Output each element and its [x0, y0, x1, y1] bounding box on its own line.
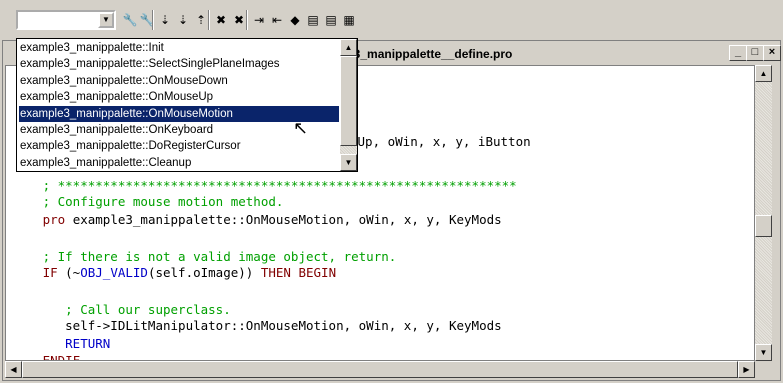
- scroll-up-button[interactable]: ▲: [755, 65, 772, 82]
- dropdown-scroll-down-button[interactable]: ▼: [340, 154, 357, 171]
- step-out-icon: ⇡: [195, 13, 207, 27]
- code-line: RETURN: [20, 336, 110, 351]
- toolbar-separator: [208, 10, 210, 30]
- scroll-left-button[interactable]: ◀: [5, 361, 22, 378]
- indent-icon: ⇥: [253, 13, 265, 27]
- dropdown-item[interactable]: example3_manippalette::OnMouseMotion: [19, 105, 339, 122]
- code-token: (~: [65, 265, 81, 280]
- close-icon: ×: [768, 46, 776, 58]
- step-into-icon: ⇣: [159, 13, 171, 27]
- dropdown-scroll-thumb[interactable]: [340, 56, 357, 146]
- code-token: pro: [20, 212, 73, 227]
- dropdown-item[interactable]: example3_manippalette::OnMouseDown: [19, 73, 339, 89]
- code-token: ; Configure mouse motion method.: [20, 194, 284, 209]
- combo-dropdown-button[interactable]: ▼: [98, 12, 114, 28]
- maximize-icon: □: [751, 46, 759, 58]
- resize-grip-icon[interactable]: [755, 361, 772, 378]
- code-line: ; If there is not a valid image object, …: [20, 249, 397, 264]
- code-token: OBJ_VALID: [80, 265, 148, 280]
- code-line: IF (~OBJ_VALID(self.oImage)) THEN BEGIN: [20, 265, 337, 280]
- code-line-partial: eUp, oWin, x, y, iButton: [350, 134, 531, 149]
- dropdown-item[interactable]: example3_manippalette::Cleanup: [19, 155, 339, 171]
- arrow-right-icon: ▶: [743, 365, 750, 374]
- toolbar-separator: [152, 10, 154, 30]
- scroll-right-button[interactable]: ▶: [738, 361, 755, 378]
- scroll-down-button[interactable]: ▼: [755, 344, 772, 361]
- step-over-icon: ⇣: [177, 13, 189, 27]
- unindent-icon: ⇤: [271, 13, 283, 27]
- dropdown-item[interactable]: example3_manippalette::OnKeyboard: [19, 122, 339, 138]
- horizontal-scroll-thumb[interactable]: [22, 361, 738, 378]
- profiler-icon: ▦: [343, 13, 355, 27]
- code-line: self->IDLitManipulator::OnMouseMotion, o…: [20, 318, 502, 333]
- dropdown-scrollbar[interactable]: ▲ ▼: [340, 39, 357, 171]
- code-line: ; Configure mouse motion method.: [20, 194, 284, 209]
- step-into-button[interactable]: ⇣: [156, 11, 174, 29]
- routine-dropdown-list[interactable]: example3_manippalette::Init example3_mani…: [16, 38, 358, 172]
- compile-icon: 🔧: [122, 13, 138, 27]
- bookmark-button[interactable]: ◆: [286, 11, 304, 29]
- dropdown-item[interactable]: example3_manippalette::OnMouseUp: [19, 89, 339, 105]
- replace-button[interactable]: ▤: [322, 11, 340, 29]
- code-line: pro example3_manippalette::OnMouseMotion…: [20, 212, 502, 227]
- dropdown-item[interactable]: example3_manippalette::DoRegisterCursor: [19, 138, 339, 154]
- bookmark-icon: ◆: [290, 13, 300, 27]
- mouse-pointer-icon: ↖: [293, 118, 309, 138]
- minimize-button[interactable]: _: [729, 45, 747, 61]
- minimize-icon: _: [734, 46, 742, 58]
- code-token: (self.oImage)): [147, 265, 261, 280]
- main-toolbar: ▼ 🔧 🔧 ⇣ ⇣ ⇡ ✖ ✖ ⇥ ⇤ ◆ ▤ ▤ ▦: [0, 0, 783, 36]
- vertical-scrollbar[interactable]: ▲ ▼: [755, 65, 772, 361]
- compile-button[interactable]: 🔧: [121, 11, 139, 29]
- dropdown-scroll-up-button[interactable]: ▲: [340, 39, 357, 56]
- code-token: example3_manippalette::OnMouseMotion, oW…: [72, 212, 502, 227]
- dropdown-item[interactable]: example3_manippalette::SelectSinglePlane…: [19, 56, 339, 72]
- arrow-up-icon: ▲: [344, 43, 353, 52]
- arrow-down-icon: ▼: [344, 158, 353, 167]
- chevron-down-icon: ▼: [102, 15, 110, 24]
- code-token: RETURN: [20, 336, 111, 351]
- code-line: ; **************************************…: [20, 178, 517, 193]
- code-token: ; Call our superclass.: [20, 302, 231, 317]
- step-over-button[interactable]: ⇣: [174, 11, 192, 29]
- dropdown-item[interactable]: example3_manippalette::Init: [19, 40, 339, 56]
- unindent-button[interactable]: ⇤: [268, 11, 286, 29]
- arrow-up-icon: ▲: [759, 69, 768, 78]
- close-button[interactable]: ×: [763, 45, 781, 61]
- code-token: IF: [20, 265, 66, 280]
- vertical-scroll-thumb[interactable]: [755, 215, 772, 237]
- code-token: self->IDLitManipulator::OnMouseMotion, o…: [20, 318, 502, 333]
- arrow-down-icon: ▼: [759, 348, 768, 357]
- find-icon: ▤: [307, 13, 319, 27]
- window-title: e3_manippalette__define.pro: [347, 47, 513, 61]
- toolbar-separator: [246, 10, 248, 30]
- find-button[interactable]: ▤: [304, 11, 322, 29]
- replace-icon: ▤: [325, 13, 337, 27]
- horizontal-scrollbar[interactable]: ◀ ▶: [5, 361, 755, 378]
- set-breakpoint-icon: ✖: [215, 13, 227, 27]
- code-token: ENDIF: [20, 353, 81, 361]
- routine-combo[interactable]: ▼: [16, 10, 116, 30]
- profiler-button[interactable]: ▦: [340, 11, 358, 29]
- code-line: ENDIF: [20, 353, 81, 361]
- code-line: ; Call our superclass.: [20, 302, 231, 317]
- arrow-left-icon: ◀: [10, 365, 17, 374]
- code-token: THEN BEGIN: [260, 265, 337, 280]
- set-breakpoint-button[interactable]: ✖: [212, 11, 230, 29]
- maximize-button[interactable]: □: [746, 45, 764, 61]
- clear-breakpoints-icon: ✖: [233, 13, 245, 27]
- indent-button[interactable]: ⇥: [250, 11, 268, 29]
- code-token: ; If there is not a valid image object, …: [20, 249, 397, 264]
- code-token: ; **************************************…: [20, 178, 517, 193]
